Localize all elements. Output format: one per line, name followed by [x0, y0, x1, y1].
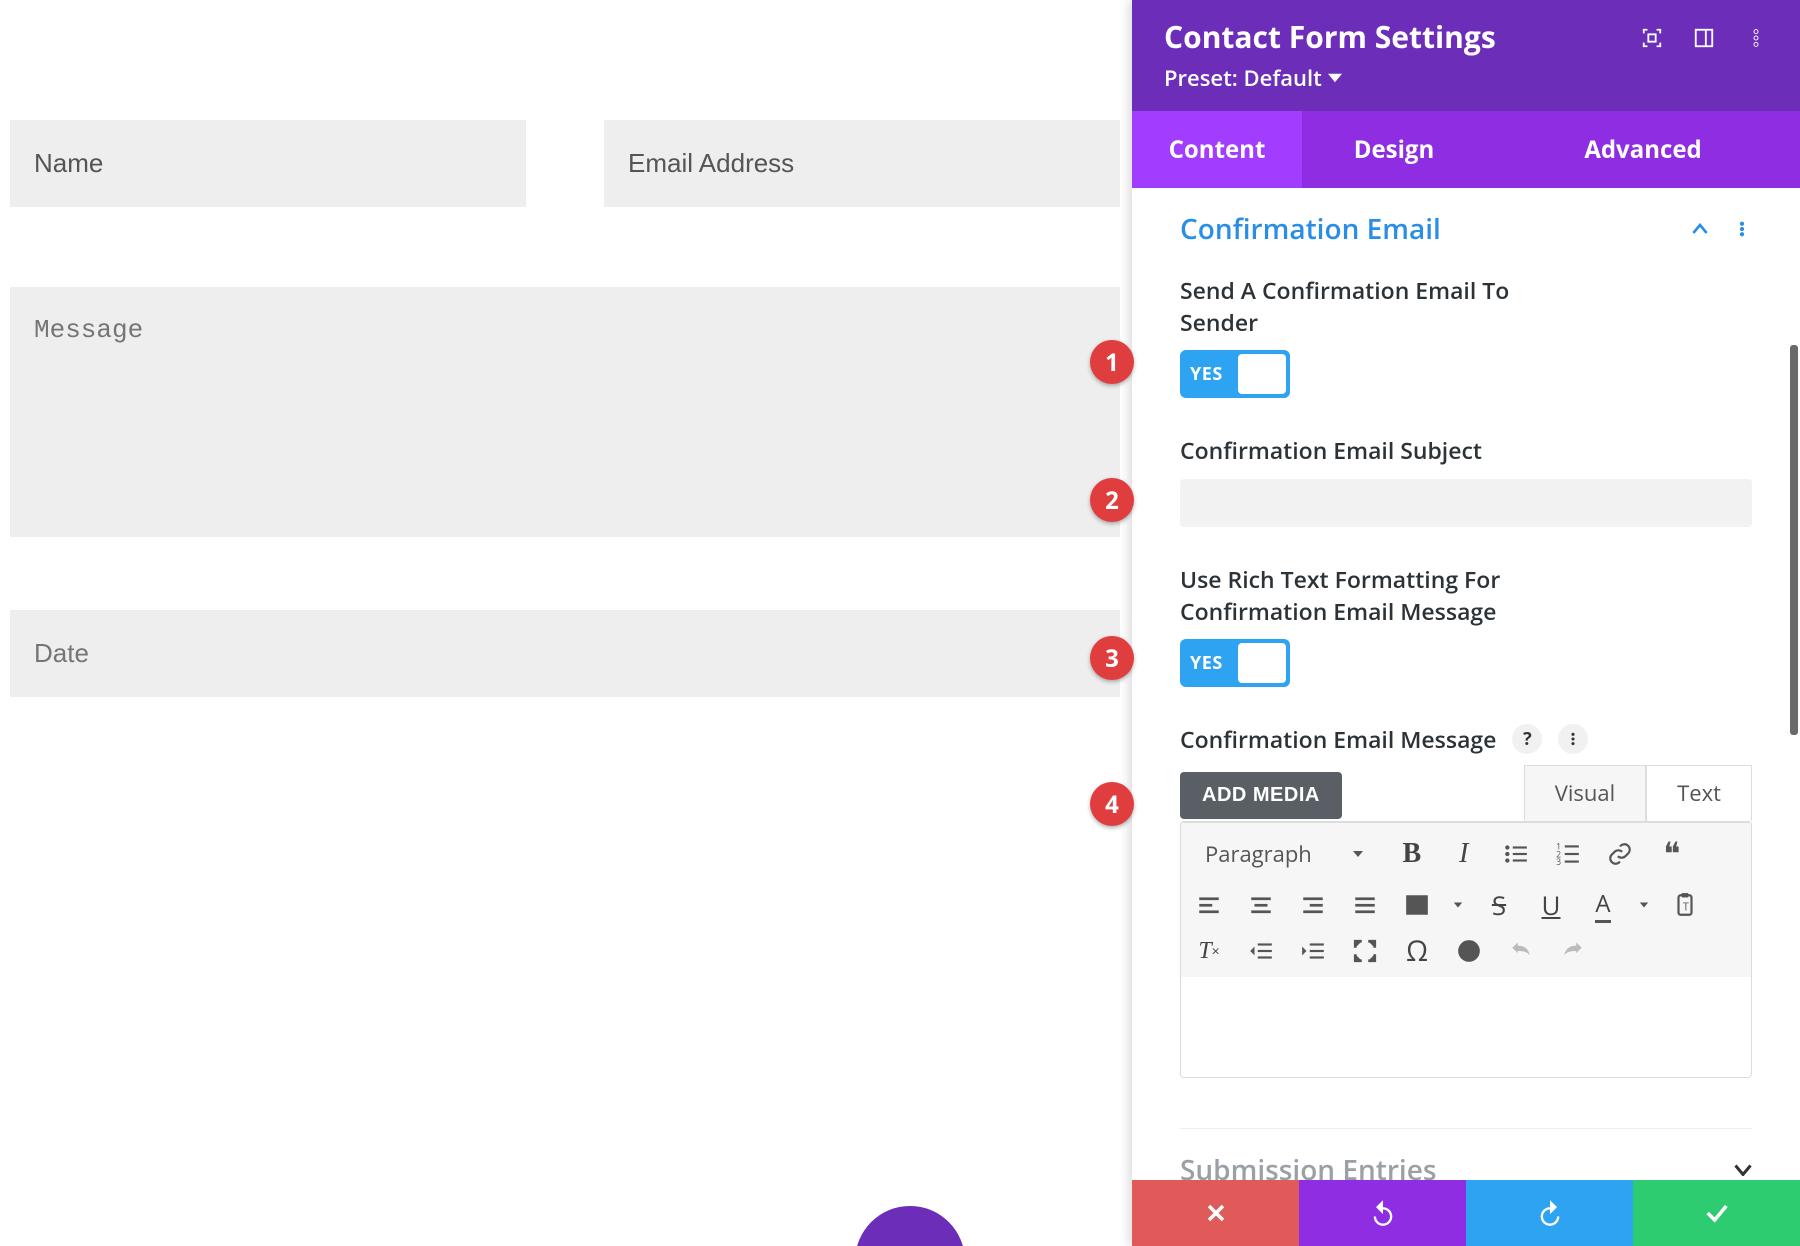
add-media-button[interactable]: ADD MEDIA	[1180, 772, 1342, 819]
toggle-knob	[1238, 354, 1286, 394]
toggle-rich-text[interactable]: YES	[1180, 639, 1290, 687]
name-field[interactable]	[10, 120, 526, 207]
editor-toolbar: Paragraph B I 123 ❝ S U	[1181, 822, 1751, 977]
check-icon	[1703, 1199, 1731, 1227]
align-left-icon[interactable]	[1193, 889, 1225, 921]
indent-icon[interactable]	[1297, 935, 1329, 967]
italic-icon[interactable]: I	[1448, 838, 1480, 870]
bold-icon[interactable]: B	[1396, 838, 1428, 870]
fullscreen-icon[interactable]	[1349, 935, 1381, 967]
editor-tab-text[interactable]: Text	[1646, 765, 1752, 821]
cancel-button[interactable]	[1132, 1180, 1299, 1246]
chevron-down-icon	[1328, 71, 1342, 85]
more-icon[interactable]	[1744, 26, 1768, 50]
section-header: Confirmation Email	[1180, 210, 1752, 248]
panel-layout-icon[interactable]	[1692, 26, 1716, 50]
bullet-list-icon[interactable]	[1500, 838, 1532, 870]
chevron-down-icon	[1734, 1164, 1752, 1176]
special-char-icon[interactable]: Ω	[1401, 935, 1433, 967]
align-right-icon[interactable]	[1297, 889, 1329, 921]
save-button[interactable]	[1633, 1180, 1800, 1246]
select-label: Paragraph	[1205, 839, 1312, 869]
help-icon[interactable]: ?	[1512, 724, 1542, 754]
field-label: Confirmation Email Message	[1180, 723, 1496, 755]
align-center-icon[interactable]	[1245, 889, 1277, 921]
confirmation-subject-input[interactable]	[1180, 479, 1752, 527]
callout-4: 4	[1090, 782, 1134, 826]
preset-dropdown[interactable]: Preset: Default	[1164, 63, 1496, 93]
expand-icon[interactable]	[1640, 26, 1664, 50]
emoji-icon[interactable]	[1453, 935, 1485, 967]
message-field[interactable]	[10, 287, 1120, 537]
scrollbar-thumb[interactable]	[1790, 345, 1798, 735]
undo-button[interactable]	[1299, 1180, 1466, 1246]
field-rich-text-toggle: Use Rich Text Formatting For Confirmatio…	[1180, 563, 1752, 687]
section-label: Submission Entries	[1180, 1151, 1437, 1180]
rich-text-editor: Paragraph B I 123 ❝ S U	[1180, 821, 1752, 1078]
email-field[interactable]	[604, 120, 1120, 207]
undo-icon[interactable]	[1505, 935, 1537, 967]
section-title[interactable]: Confirmation Email	[1180, 210, 1441, 248]
settings-panel: Contact Form Settings Preset: Default Co…	[1132, 0, 1800, 1246]
underline-icon[interactable]: U	[1535, 889, 1567, 921]
link-icon[interactable]	[1604, 838, 1636, 870]
toggle-text: YES	[1190, 651, 1223, 675]
toggle-send-confirmation[interactable]: YES	[1180, 350, 1290, 398]
floating-action-button[interactable]	[855, 1206, 965, 1246]
contact-form-preview	[0, 0, 1130, 697]
field-confirmation-message: Confirmation Email Message ? ADD MEDIA V…	[1180, 723, 1752, 1078]
ordered-list-icon[interactable]: 123	[1552, 838, 1584, 870]
field-confirmation-subject: Confirmation Email Subject	[1180, 434, 1752, 526]
collapse-icon[interactable]	[1690, 219, 1710, 239]
date-field[interactable]	[10, 610, 1120, 697]
strikethrough-icon[interactable]: S	[1483, 889, 1515, 921]
chevron-down-icon	[1453, 901, 1463, 909]
redo-button[interactable]	[1466, 1180, 1633, 1246]
section-more-icon[interactable]	[1732, 219, 1752, 239]
tab-design[interactable]: Design	[1302, 111, 1486, 188]
table-icon[interactable]	[1401, 889, 1433, 921]
editor-tab-visual[interactable]: Visual	[1524, 765, 1646, 821]
panel-title: Contact Form Settings	[1164, 16, 1496, 57]
align-justify-icon[interactable]	[1349, 889, 1381, 921]
outdent-icon[interactable]	[1245, 935, 1277, 967]
field-label: Confirmation Email Subject	[1180, 434, 1520, 466]
panel-body[interactable]: Confirmation Email Send A Confirmation E…	[1132, 188, 1800, 1180]
redo-icon	[1536, 1199, 1564, 1227]
callout-3: 3	[1090, 636, 1134, 680]
editor-tabs: Visual Text	[1524, 765, 1752, 821]
section-submission-entries[interactable]: Submission Entries	[1180, 1128, 1752, 1180]
text-color-icon[interactable]: A	[1587, 889, 1619, 921]
redo-icon[interactable]	[1557, 935, 1589, 967]
clear-formatting-icon[interactable]: T×	[1193, 935, 1225, 967]
callout-1: 1	[1090, 340, 1134, 384]
panel-header: Contact Form Settings Preset: Default	[1132, 0, 1800, 111]
chevron-down-icon	[1352, 850, 1364, 858]
editor-content[interactable]	[1181, 977, 1751, 1077]
tab-content[interactable]: Content	[1132, 111, 1302, 188]
panel-tabs: Content Design Advanced	[1132, 111, 1800, 188]
panel-footer	[1132, 1180, 1800, 1246]
tab-advanced[interactable]: Advanced	[1486, 111, 1800, 188]
quote-icon[interactable]: ❝	[1656, 838, 1688, 870]
chevron-down-icon	[1639, 901, 1649, 909]
field-more-icon[interactable]	[1558, 724, 1588, 754]
svg-text:T: T	[1683, 900, 1689, 915]
svg-text:3: 3	[1556, 856, 1561, 867]
field-label: Send A Confirmation Email To Sender	[1180, 274, 1520, 338]
field-label: Use Rich Text Formatting For Confirmatio…	[1180, 563, 1520, 627]
paragraph-format-select[interactable]: Paragraph	[1193, 833, 1376, 875]
callout-2: 2	[1090, 478, 1134, 522]
preset-label: Preset: Default	[1164, 63, 1322, 93]
toggle-text: YES	[1190, 362, 1223, 386]
paste-text-icon[interactable]: T	[1669, 889, 1701, 921]
undo-icon	[1369, 1199, 1397, 1227]
close-icon	[1202, 1199, 1230, 1227]
field-send-confirmation: Send A Confirmation Email To Sender YES	[1180, 274, 1752, 398]
toggle-knob	[1238, 643, 1286, 683]
